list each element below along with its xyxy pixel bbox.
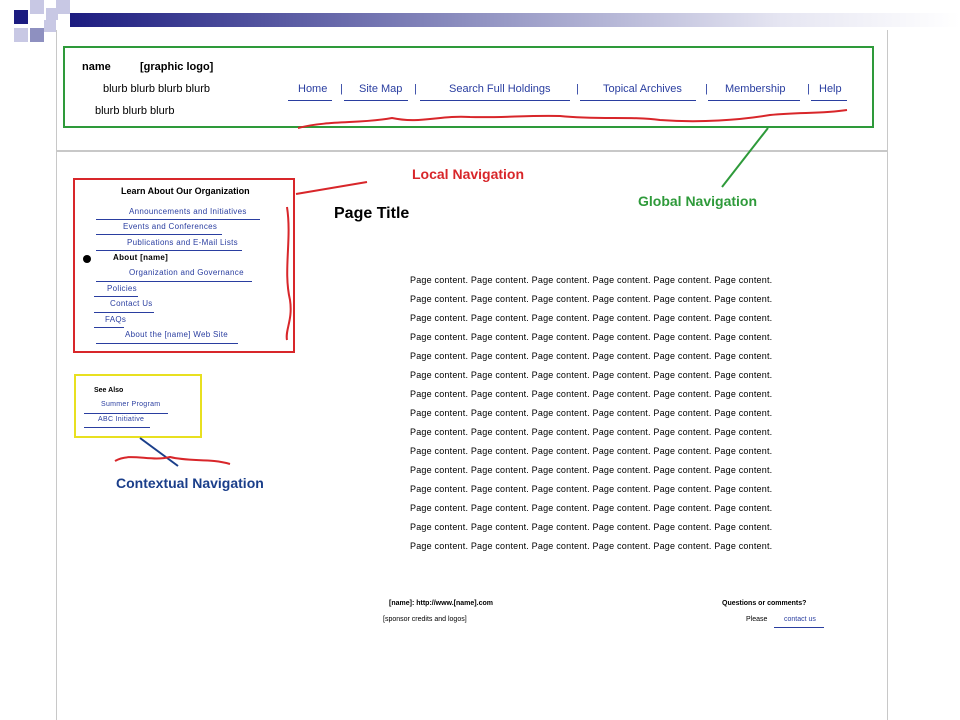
- contextual-nav-pointer-line: [139, 437, 179, 467]
- global-nav-pointer-line: [721, 127, 769, 188]
- annotation-strokes: [114, 109, 848, 467]
- local-nav-scribble: [285, 206, 292, 341]
- global-nav-scribble: [297, 109, 848, 129]
- local-nav-pointer-line: [295, 181, 368, 195]
